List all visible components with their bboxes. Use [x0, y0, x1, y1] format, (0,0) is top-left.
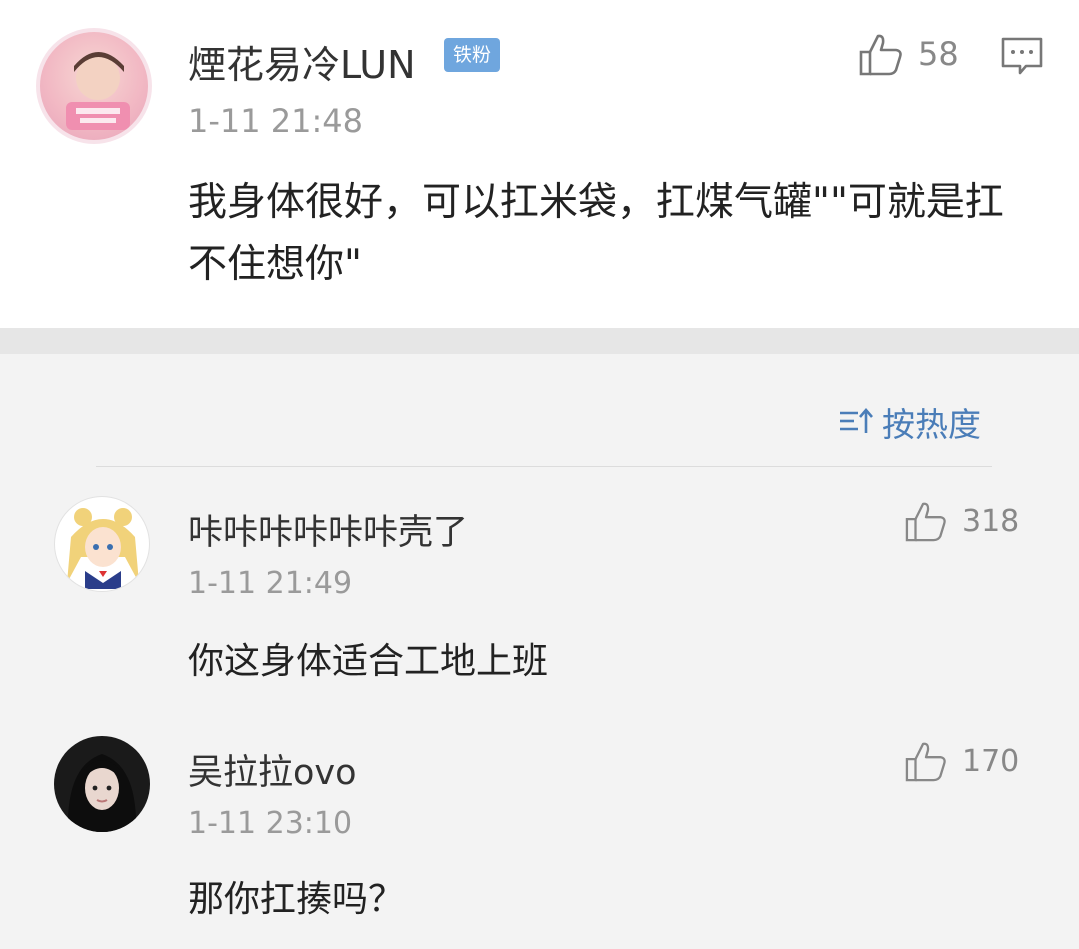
username[interactable]: 煙花易冷LUN	[188, 34, 416, 89]
comment-icon[interactable]	[1000, 36, 1044, 80]
avatar[interactable]	[54, 736, 150, 832]
reply-text: 那你扛揍吗？	[188, 879, 405, 920]
reply-username[interactable]: 吴拉拉ovo	[188, 744, 357, 795]
reply-time: 1-11 21:49	[188, 566, 353, 601]
like-button[interactable]: 170	[904, 740, 1019, 782]
fan-badge: 铁粉	[444, 38, 500, 72]
avatar[interactable]	[36, 28, 152, 144]
avatar[interactable]	[54, 496, 150, 592]
like-count: 58	[918, 35, 959, 73]
thumbs-up-icon	[859, 34, 902, 76]
thumbs-up-icon	[905, 502, 946, 542]
thumbs-up-icon	[905, 742, 946, 782]
reply-text: 你这身体适合工地上班	[188, 641, 549, 682]
separator	[0, 328, 1079, 354]
reply-username[interactable]: 咔咔咔咔咔咔壳了	[188, 504, 468, 555]
like-count: 170	[962, 743, 1020, 779]
sort-toggle[interactable]: 按热度	[838, 398, 981, 446]
divider	[96, 466, 992, 467]
sort-icon	[840, 408, 873, 433]
sort-label: 按热度	[882, 405, 981, 444]
reply-time: 1-11 23:10	[188, 806, 353, 841]
like-button[interactable]: 318	[904, 500, 1019, 542]
like-count: 318	[962, 503, 1020, 539]
like-button[interactable]: 58	[858, 32, 959, 76]
comment-text: 我身体很好，可以扛米袋，扛煤气罐""可就是扛不住想你"	[188, 180, 1004, 287]
main-comment: 煙花易冷LUN 铁粉 1-11 21:48 我身体很好，可以扛米袋，扛煤气罐""…	[0, 0, 1079, 328]
comment-time: 1-11 21:48	[188, 102, 364, 140]
